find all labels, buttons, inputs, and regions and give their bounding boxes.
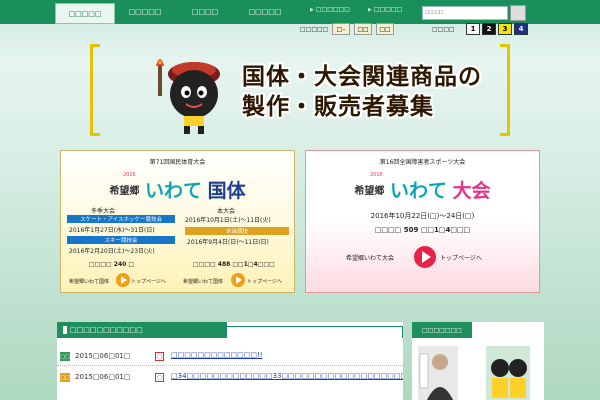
play-icon[interactable] (116, 273, 130, 287)
side-panel: □□□□□□□ (412, 322, 544, 400)
font-small-button[interactable]: □– (332, 23, 350, 35)
kokutai-logo: 希望郷 いわて 国体 (61, 176, 294, 203)
side-header: □□□□□□□ (412, 322, 472, 338)
nav-item-3[interactable]: □□□□ (175, 0, 235, 24)
swim-date: 2016年9月4日(日)～11日(日) (187, 239, 269, 246)
search-button[interactable] (510, 5, 526, 21)
news-row[interactable]: □□ 2015□06□01□ □ □□□□□□□□□□□□□!! (57, 348, 403, 366)
banner-bracket-left (90, 44, 100, 136)
news-date: 2015□06□01□ (75, 373, 131, 381)
sublink-2[interactable]: □□□□□ (368, 6, 402, 13)
mascot-photo[interactable] (486, 346, 530, 400)
main-label: 本大会 (217, 208, 236, 215)
font-large-button[interactable]: □□ (376, 23, 394, 35)
taikai-card[interactable]: 第16回全国障害者スポーツ大会 2016 希望郷 いわて 大会 2016年10月… (305, 150, 540, 293)
news-category-icon: □□ (60, 352, 70, 361)
sublink-1[interactable]: □□□□□□ (310, 6, 350, 13)
taikai-name-text: 大会 (452, 180, 491, 202)
countdown-left: □□□□ 240 □ (89, 261, 135, 268)
kokutai-footer-label-2: 希望郷いわて国体 (183, 279, 224, 285)
play-icon-large[interactable] (414, 246, 436, 268)
taikai-logo: 希望郷 いわて 大会 (306, 176, 539, 203)
winter-label: 冬季大会 (91, 208, 116, 215)
banner-line-1: 国体・大会関連商品の (242, 64, 482, 90)
nav-item-2[interactable]: □□□□□ (115, 0, 175, 24)
color-button-3[interactable]: 3 (498, 23, 512, 35)
color-label: □□□□ (432, 26, 455, 33)
ski-tag: スキー競技会 (67, 236, 175, 244)
banner-bracket-right (500, 44, 510, 136)
news-header-rule (227, 326, 403, 338)
color-button-1[interactable]: 1 (466, 23, 480, 35)
banner-line-2: 製作・販売者募集 (242, 94, 434, 120)
skate-tag: スケート・アイスホッケー競技会 (67, 215, 175, 223)
taikai-footer-label: 希望郷いわて大会 (346, 255, 395, 262)
news-tag: □ (155, 352, 164, 361)
taikai-top-page-link[interactable]: トップページへ (440, 253, 482, 262)
search-input[interactable] (422, 6, 508, 20)
skate-date: 2016年1月27日(水)～31日(日) (69, 227, 155, 234)
taikai-title: 第16回全国障害者スポーツ大会 (379, 159, 466, 166)
countdown-right: □□□□ 488 □□1□4□□□ (193, 261, 275, 268)
top-page-link-2[interactable]: トップページへ (247, 278, 282, 285)
governor-photo[interactable] (418, 346, 458, 400)
ski-date: 2016年2月20日(土)～23日(火) (69, 248, 155, 255)
swim-tag: 水泳競技 (185, 227, 289, 235)
nav-item-home[interactable]: □□□□□ (55, 3, 115, 24)
taikai-iwate-text: いわて (389, 180, 447, 202)
news-link[interactable]: □□□□□□□□□□□□□!! (171, 351, 403, 359)
main-date: 2016年10月1日(土)～11日(火) (185, 217, 271, 224)
global-nav: □□□□□ □□□□□ □□□□ □□□□□ (55, 0, 295, 24)
color-button-4[interactable]: 4 (514, 23, 528, 35)
kokutai-iwate-text: いわて (144, 180, 202, 202)
recruitment-banner[interactable]: 国体・大会関連商品の 製作・販売者募集 (90, 40, 510, 140)
news-row[interactable]: □□ 2015□06□01□ □ □34□□□□□□□□□□□□□33□□□□□… (57, 369, 403, 387)
font-medium-button[interactable]: □□ (354, 23, 372, 35)
play-icon-2[interactable] (231, 273, 245, 287)
kokutai-card[interactable]: 第71回国民体育大会 2016 希望郷 いわて 国体 冬季大会 スケート・アイス… (60, 150, 295, 293)
font-size-label: □□□□□ (300, 26, 329, 33)
news-date: 2015□06□01□ (75, 352, 131, 360)
news-header: □□□□□□□□□□□ (57, 322, 227, 338)
taikai-countdown: □□□□ 509 □□1□4□□□ (374, 226, 471, 234)
kokutai-name-text: 国体 (207, 180, 246, 202)
kokutai-footer-label: 希望郷いわて国体 (69, 279, 110, 285)
kokutai-kibou-text: 希望郷 (109, 186, 140, 197)
nav-item-4[interactable]: □□□□□ (235, 0, 295, 24)
kokutai-title: 第71回国民体育大会 (149, 159, 206, 166)
top-page-link[interactable]: トップページへ (131, 278, 166, 285)
news-section: □□□□□□□□□□□ □□ 2015□06□01□ □ □□□□□□□□□□□… (57, 322, 403, 400)
news-link[interactable]: □34□□□□□□□□□□□□□33□□□□□□□□□□□□□□□□□□□□□□… (171, 372, 403, 380)
news-tag: □ (155, 373, 164, 382)
banner-headline: 国体・大会関連商品の 製作・販売者募集 (242, 62, 482, 122)
mascot-wanko-icon (156, 59, 220, 134)
taikai-date: 2016年10月22日(□)～24日(□) (370, 212, 475, 220)
news-category-icon: □□ (60, 373, 70, 382)
taikai-kibou-text: 希望郷 (354, 186, 385, 197)
color-button-2[interactable]: 2 (482, 23, 496, 35)
